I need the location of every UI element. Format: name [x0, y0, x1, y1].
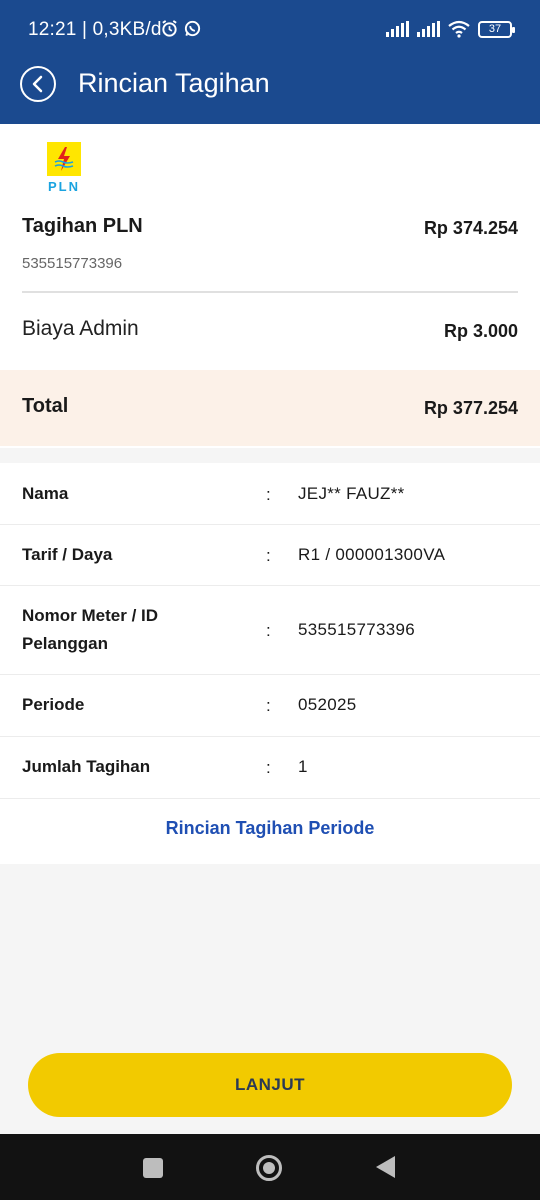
page-title: Rincian Tagihan — [78, 68, 270, 98]
pln-logo: PLN — [44, 142, 84, 194]
total-label: Total — [22, 395, 69, 417]
admin-fee-label: Biaya Admin — [22, 317, 139, 340]
bill-title: Tagihan PLN — [22, 215, 143, 237]
admin-fee-amount: Rp 3.000 — [443, 321, 518, 341]
bill-amount: Rp 374.254 — [423, 218, 518, 238]
system-nav-bar — [0, 1134, 540, 1200]
detail-row-tarif: Tarif / Daya : R1 / 000001300VA — [0, 525, 540, 586]
back-button[interactable] — [20, 66, 56, 102]
bill-details: Nama : JEJ** FAUZ** Tarif / Daya : R1 / … — [0, 463, 540, 864]
detail-separator: : — [266, 546, 271, 565]
pln-logo-mark — [47, 142, 81, 176]
continue-button[interactable]: LANJUT — [28, 1053, 512, 1117]
total-row: Total Rp 377.254 — [0, 370, 540, 446]
status-right-icons: 37 — [386, 20, 515, 38]
battery-icon: 37 — [478, 20, 515, 38]
status-bar: 12:21 | 0,3KB/d 37 — [0, 0, 540, 60]
detail-value: 1 — [298, 757, 308, 776]
recent-apps-icon[interactable] — [143, 1158, 163, 1178]
detail-value: 535515773396 — [298, 620, 416, 639]
detail-row-periode: Periode : 052025 — [0, 675, 540, 737]
pln-logo-text: PLN — [48, 179, 80, 194]
back-icon[interactable] — [376, 1156, 395, 1178]
detail-label: Tarif / Daya — [22, 545, 113, 564]
detail-label: Periode — [22, 695, 85, 714]
detail-label: Nomor Meter / ID Pelanggan — [22, 606, 159, 653]
detail-separator: : — [266, 621, 271, 640]
total-amount: Rp 377.254 — [423, 398, 518, 418]
period-details-link[interactable]: Rincian Tagihan Periode — [0, 818, 540, 839]
detail-value: JEJ** FAUZ** — [298, 484, 405, 503]
detail-row-jumlah: Jumlah Tagihan : 1 — [0, 737, 540, 799]
lightning-icon — [54, 147, 74, 171]
detail-separator: : — [266, 758, 271, 777]
customer-id: 535515773396 — [22, 255, 123, 272]
divider — [22, 291, 518, 293]
chevron-left-icon — [32, 75, 43, 93]
status-time: 12:21 | 0,3KB/d — [28, 19, 162, 40]
detail-label: Nama — [22, 484, 69, 503]
wifi-icon — [448, 20, 470, 38]
app-bar: Rincian Tagihan — [0, 60, 540, 124]
home-icon[interactable] — [256, 1155, 282, 1181]
detail-row-meter: Nomor Meter / ID Pelanggan : 53551577339… — [0, 586, 540, 675]
status-left-icons — [160, 19, 202, 38]
signal-icon — [386, 21, 409, 37]
detail-row-nama: Nama : JEJ** FAUZ** — [0, 463, 540, 525]
detail-value: R1 / 000001300VA — [298, 545, 446, 564]
detail-value: 052025 — [298, 695, 357, 714]
detail-separator: : — [266, 696, 271, 715]
detail-separator: : — [266, 485, 271, 504]
whatsapp-icon — [184, 20, 201, 37]
alarm-icon — [162, 20, 177, 37]
detail-label: Jumlah Tagihan — [22, 757, 151, 776]
signal-icon — [417, 21, 440, 37]
